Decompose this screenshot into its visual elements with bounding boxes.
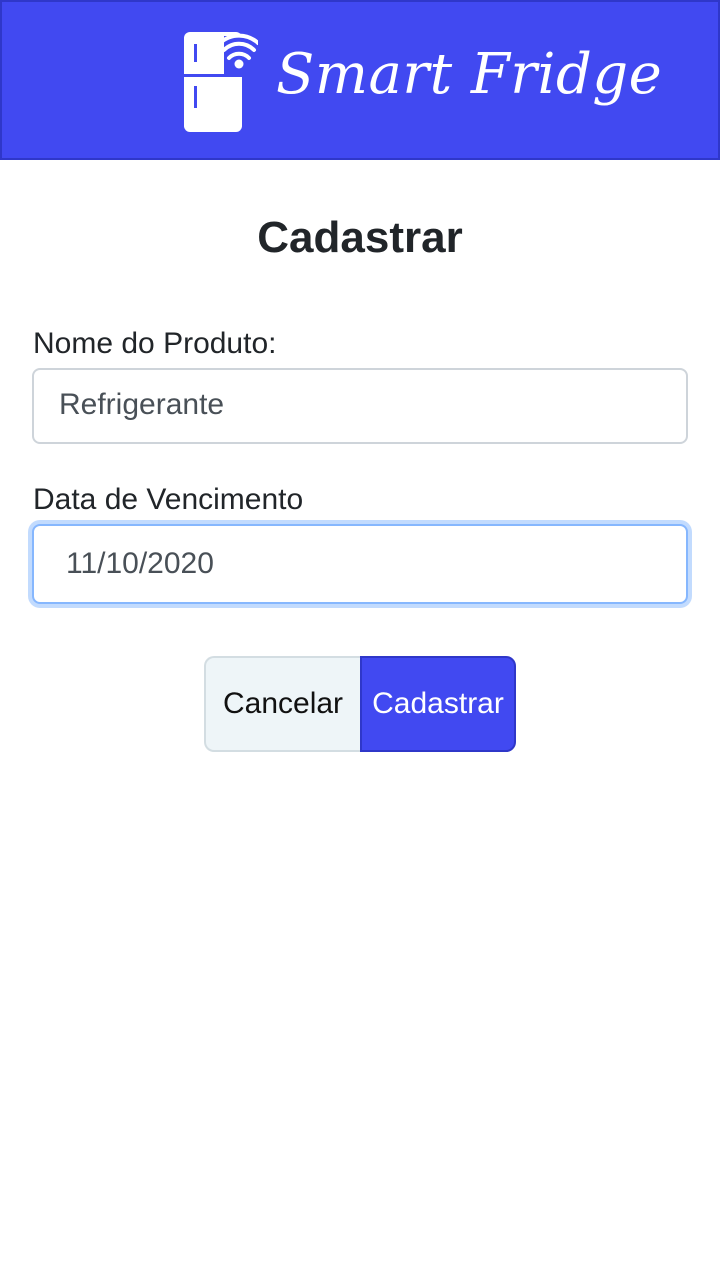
cancel-button[interactable]: Cancelar [204, 656, 360, 752]
page-title: Cadastrar [257, 213, 463, 262]
brand-name: Smart Fridge [276, 42, 663, 107]
expiry-date-input[interactable]: 11/10/2020 [32, 524, 688, 604]
submit-button[interactable]: Cadastrar [360, 656, 516, 752]
form-actions: Cancelar Cadastrar [204, 656, 516, 752]
expiry-date-label: Data de Vencimento [33, 483, 304, 516]
product-name-label: Nome do Produto: [33, 327, 277, 360]
app-header: Smart Fridge [0, 0, 720, 160]
fridge-wifi-icon [184, 32, 258, 132]
app-screen: Smart Fridge Cadastrar Nome do Produto: … [0, 0, 720, 1280]
product-name-input[interactable]: Refrigerante [32, 368, 688, 444]
